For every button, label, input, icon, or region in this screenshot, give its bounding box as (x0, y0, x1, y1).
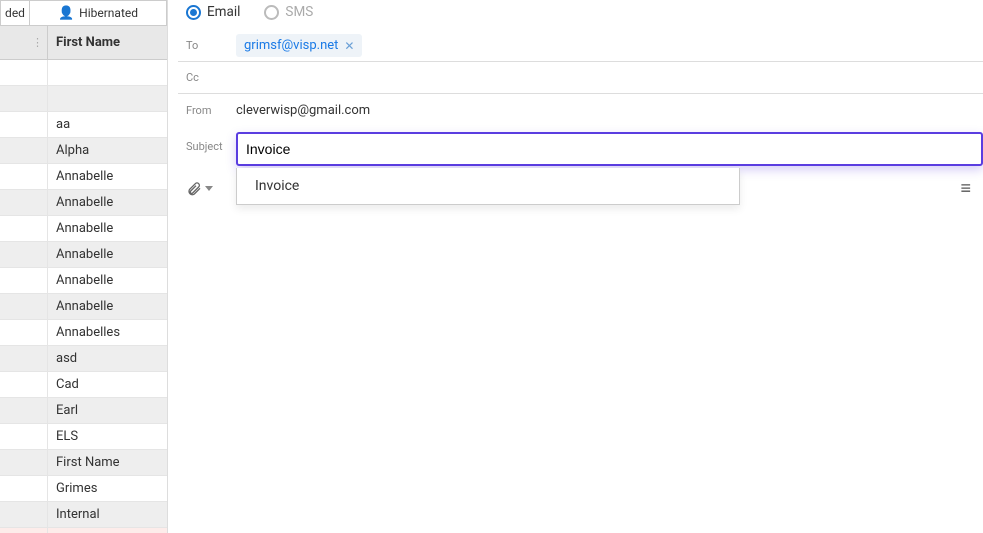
contacts-panel: ded 👤 Hibernated ⋮ First Name aa Alpha Ann… (0, 0, 168, 533)
row-cell-blank (0, 242, 48, 267)
radio-on-icon (186, 5, 201, 20)
cc-label: Cc (178, 71, 236, 84)
tab-hibernated[interactable]: 👤 Hibernated (30, 0, 167, 25)
subject-label: Subject (178, 132, 236, 153)
row-cell-firstname: Internal (48, 507, 167, 522)
table-row[interactable] (0, 528, 167, 533)
table-row[interactable]: Annabelle (0, 294, 167, 320)
row-cell-firstname: asd (48, 351, 167, 366)
row-cell-firstname: Alpha (48, 143, 167, 158)
row-cell-blank (0, 528, 48, 533)
table-row[interactable]: Annabelles (0, 320, 167, 346)
tab-bar: ded 👤 Hibernated (0, 0, 167, 26)
tab-partial-label: ded (5, 6, 25, 20)
table-row[interactable] (0, 60, 167, 86)
subject-autocomplete: Invoice (236, 168, 740, 205)
table-row[interactable]: ELS (0, 424, 167, 450)
table-row[interactable]: Annabelle (0, 242, 167, 268)
table-row[interactable]: Alpha (0, 138, 167, 164)
row-cell-firstname: Annabelle (48, 169, 167, 184)
row-cell-firstname: Annabelles (48, 325, 167, 340)
row-cell-firstname: Grimes (48, 481, 167, 496)
compose-panel: Email SMS To grimsf@visp.net ✕ Cc From c… (178, 0, 983, 533)
person-icon: 👤 (58, 6, 74, 21)
row-cell-blank (0, 86, 48, 111)
tab-hibernated-label: Hibernated (79, 6, 138, 20)
row-cell-blank (0, 450, 48, 475)
row-cell-firstname: Earl (48, 403, 167, 418)
table-row[interactable]: Cad (0, 372, 167, 398)
subject-input[interactable] (236, 132, 983, 166)
table-row[interactable]: Annabelle (0, 164, 167, 190)
row-cell-blank (0, 60, 48, 85)
row-cell-firstname: aa (48, 117, 167, 132)
chevron-down-icon (205, 186, 213, 191)
row-cell-blank (0, 164, 48, 189)
row-cell-firstname: ELS (48, 429, 167, 444)
column-header-firstname[interactable]: First Name (48, 35, 167, 50)
radio-email[interactable]: Email (186, 4, 240, 20)
cc-row: Cc (178, 62, 983, 94)
row-cell-firstname: Annabelle (48, 299, 167, 314)
table-row[interactable]: Internal (0, 502, 167, 528)
table-row[interactable]: Annabelle (0, 216, 167, 242)
recipient-chip[interactable]: grimsf@visp.net ✕ (236, 34, 362, 57)
row-cell-firstname: Annabelle (48, 195, 167, 210)
row-cell-blank (0, 294, 48, 319)
row-cell-blank (0, 476, 48, 501)
column-drag-handle[interactable]: ⋮ (0, 26, 48, 59)
paperclip-icon (186, 181, 202, 197)
tab-partial[interactable]: ded (0, 0, 30, 25)
row-cell-blank (0, 190, 48, 215)
row-cell-blank (0, 138, 48, 163)
message-type-row: Email SMS (178, 0, 983, 30)
row-cell-blank (0, 112, 48, 137)
table-row[interactable] (0, 86, 167, 112)
row-cell-firstname: Cad (48, 377, 167, 392)
attach-button[interactable] (182, 179, 217, 199)
row-cell-blank (0, 502, 48, 527)
row-cell-firstname: First Name (48, 455, 167, 470)
table-row[interactable]: Annabelle (0, 190, 167, 216)
to-label: To (178, 39, 236, 52)
from-value: cleverwisp@gmail.com (236, 103, 983, 118)
table-row[interactable]: Grimes (0, 476, 167, 502)
row-cell-blank (0, 398, 48, 423)
table-row[interactable]: Annabelle (0, 268, 167, 294)
radio-sms[interactable]: SMS (264, 4, 313, 20)
row-cell-blank (0, 320, 48, 345)
row-cell-blank (0, 346, 48, 371)
row-cell-blank (0, 268, 48, 293)
table-row[interactable]: Earl (0, 398, 167, 424)
row-cell-blank (0, 216, 48, 241)
row-cell-firstname: Annabelle (48, 273, 167, 288)
radio-sms-label: SMS (285, 4, 313, 20)
column-header-row: ⋮ First Name (0, 26, 167, 60)
row-cell-firstname: Annabelle (48, 247, 167, 262)
table-row[interactable]: aa (0, 112, 167, 138)
radio-email-label: Email (207, 4, 240, 20)
subject-field-wrap: Invoice (236, 132, 983, 166)
from-label: From (178, 104, 236, 117)
from-row: From cleverwisp@gmail.com (178, 94, 983, 126)
autocomplete-item[interactable]: Invoice (237, 168, 739, 204)
subject-row: Subject Invoice (178, 126, 983, 170)
to-row: To grimsf@visp.net ✕ (178, 30, 983, 62)
row-cell-firstname: Annabelle (48, 221, 167, 236)
menu-icon[interactable]: ≡ (960, 178, 971, 199)
radio-off-icon (264, 5, 279, 20)
recipient-chip-text: grimsf@visp.net (244, 38, 338, 53)
chip-remove-icon[interactable]: ✕ (344, 39, 354, 53)
row-cell-blank (0, 424, 48, 449)
table-body: aa Alpha Annabelle Annabelle Annabelle Annabe… (0, 60, 167, 533)
table-row[interactable]: First Name (0, 450, 167, 476)
table-row[interactable]: asd (0, 346, 167, 372)
row-cell-blank (0, 372, 48, 397)
to-field[interactable]: grimsf@visp.net ✕ (236, 34, 983, 57)
